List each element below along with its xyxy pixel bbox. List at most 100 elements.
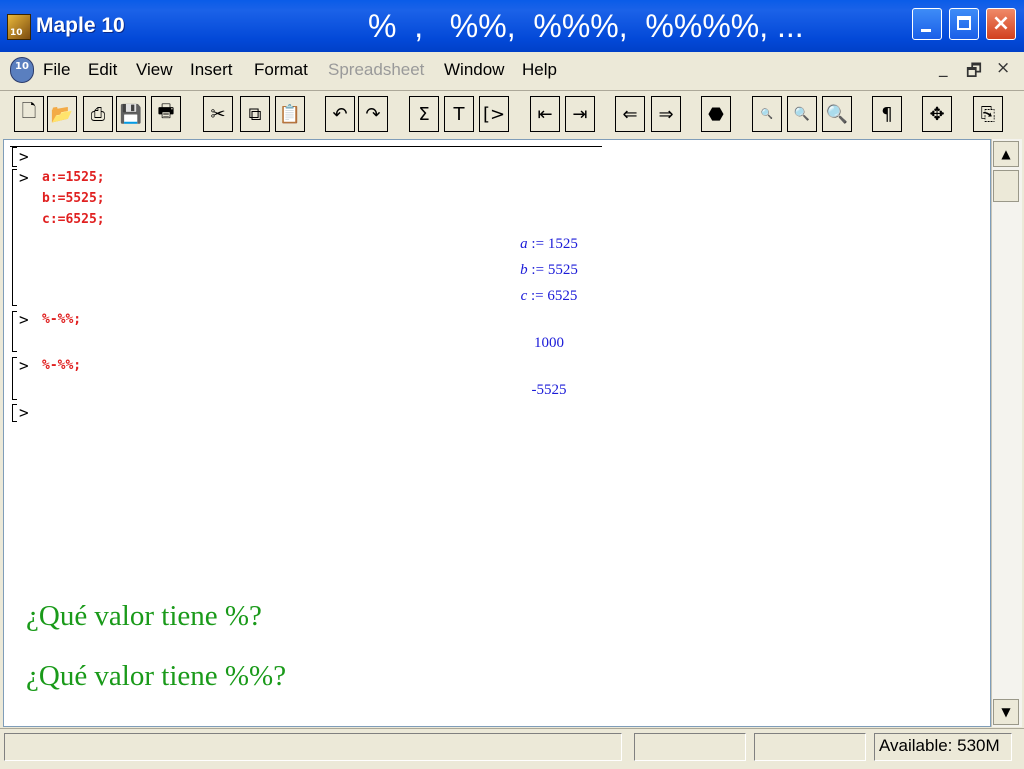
paste-icon: 📋 — [278, 103, 302, 125]
doc-minimize-icon[interactable]: _ — [939, 58, 948, 78]
menu-insert[interactable]: Insert — [190, 60, 233, 80]
menu-spreadsheet: Spreadsheet — [328, 60, 425, 79]
new-document-button[interactable]: 🗋 — [14, 96, 44, 132]
scroll-up-button[interactable]: ▲ — [993, 141, 1019, 167]
output-line: c := 6525 — [520, 288, 578, 304]
app-icon-label: 10 — [10, 28, 23, 38]
paste-button[interactable]: 📋 — [275, 96, 305, 132]
outdent-icon: ⇤ — [537, 103, 553, 125]
worksheet[interactable] — [3, 139, 991, 727]
doc-close-icon[interactable]: × — [996, 58, 1010, 78]
exec-group-bracket — [12, 404, 17, 422]
show-invisible-icon: ¶ — [881, 103, 893, 125]
back-icon: ⇐ — [622, 103, 638, 125]
close-icon: × — [991, 11, 1011, 36]
output-line: b := 5525 — [520, 262, 578, 278]
menu-edit[interactable]: Edit — [88, 60, 117, 80]
output-line: -5525 — [531, 382, 567, 398]
prompt[interactable]: > — [19, 356, 29, 375]
minimize-button[interactable] — [912, 8, 942, 40]
indent-button[interactable]: ⇥ — [565, 96, 595, 132]
math-input-icon: Σ — [418, 103, 430, 125]
document-icon[interactable]: 10 — [10, 57, 34, 83]
stop-button[interactable]: ⬣ — [701, 96, 731, 132]
save-button[interactable]: 💾 — [116, 96, 146, 132]
status-panel — [754, 733, 866, 761]
print-icon: 🖶 — [157, 101, 175, 122]
text-input-button[interactable]: T — [444, 96, 474, 132]
doc-icon-label: 10 — [15, 61, 29, 72]
zoom-large-button[interactable]: 🔍 — [822, 96, 852, 132]
show-invisible-button[interactable]: ¶ — [872, 96, 902, 132]
input-line[interactable]: c:=6525; — [42, 212, 105, 227]
restart-icon: ⎘ — [980, 103, 996, 125]
zoom-large-icon: 🔍 — [825, 103, 849, 125]
print-button[interactable]: 🖶 — [151, 96, 181, 132]
undo-icon: ↶ — [332, 103, 348, 125]
execution-group-icon: [> — [482, 103, 506, 125]
move-button[interactable]: ✥ — [922, 96, 952, 132]
maximize-icon — [957, 16, 971, 30]
menu-format[interactable]: Format — [254, 60, 308, 80]
cut-icon: ✂ — [210, 103, 226, 125]
open-folder-icon: 📂 — [50, 103, 74, 125]
copy-button[interactable]: ⧉ — [240, 96, 270, 132]
maximize-button[interactable] — [949, 8, 979, 40]
exec-group-bracket — [12, 147, 17, 167]
scroll-down-button[interactable]: ▼ — [993, 699, 1019, 725]
arrow-up-icon: ▲ — [1001, 147, 1011, 161]
exec-group-bracket — [12, 311, 17, 352]
forward-button[interactable]: ⇒ — [651, 96, 681, 132]
indent-icon: ⇥ — [572, 103, 588, 125]
execution-group-button[interactable]: [> — [479, 96, 509, 132]
vertical-scrollbar[interactable] — [991, 139, 1022, 727]
undo-button[interactable]: ↶ — [325, 96, 355, 132]
math-input-button[interactable]: Σ — [409, 96, 439, 132]
cut-button[interactable]: ✂ — [203, 96, 233, 132]
close-button[interactable]: × — [986, 8, 1016, 40]
input-line[interactable]: a:=1525; — [42, 170, 105, 185]
status-panel — [634, 733, 746, 761]
prompt[interactable]: > — [19, 310, 29, 329]
stop-icon: ⬣ — [708, 103, 724, 125]
maple-app-icon[interactable]: 10 — [7, 14, 31, 40]
zoom-small-icon: 🔍 — [760, 108, 774, 120]
open-folder-button[interactable]: 📂 — [47, 96, 77, 132]
input-line[interactable]: %-%%; — [42, 312, 81, 327]
prompt[interactable]: > — [19, 403, 29, 422]
input-line[interactable]: %-%%; — [42, 358, 81, 373]
worksheet-top-rule — [10, 146, 602, 147]
outdent-button[interactable]: ⇤ — [530, 96, 560, 132]
text-input-icon: T — [453, 103, 465, 125]
scroll-thumb[interactable] — [993, 170, 1019, 202]
input-line[interactable]: b:=5525; — [42, 191, 105, 206]
prompt[interactable]: > — [19, 147, 29, 166]
zoom-medium-icon: 🔍 — [793, 106, 811, 122]
question-text: ¿Qué valor tiene %? — [26, 600, 262, 632]
prompt[interactable]: > — [19, 168, 29, 187]
status-message-panel — [4, 733, 622, 761]
memory-status: Available: 530M — [874, 733, 1012, 761]
restart-button[interactable]: ⎘ — [973, 96, 1003, 132]
open-url-button[interactable]: ⎙ — [83, 96, 113, 132]
redo-button[interactable]: ↷ — [358, 96, 388, 132]
arrow-down-icon: ▼ — [1001, 705, 1011, 719]
open-url-icon: ⎙ — [90, 103, 106, 125]
new-document-icon: 🗋 — [21, 101, 37, 122]
output-line: a := 1525 — [520, 236, 578, 252]
doc-restore-icon[interactable]: 🗗 — [966, 58, 982, 87]
menu-file[interactable]: File — [43, 60, 70, 80]
copy-icon: ⧉ — [248, 103, 262, 125]
minimize-icon — [921, 29, 931, 32]
output-line: 1000 — [534, 335, 564, 351]
menu-window[interactable]: Window — [444, 60, 504, 80]
zoom-medium-button[interactable]: 🔍 — [787, 96, 817, 132]
move-icon: ✥ — [929, 103, 945, 125]
zoom-small-button[interactable]: 🔍 — [752, 96, 782, 132]
redo-icon: ↷ — [365, 103, 381, 125]
menu-help[interactable]: Help — [522, 60, 557, 80]
forward-icon: ⇒ — [658, 103, 674, 125]
menu-view[interactable]: View — [136, 60, 173, 80]
back-button[interactable]: ⇐ — [615, 96, 645, 132]
slide-title: % , %%, %%%, %%%%, ... — [368, 8, 804, 44]
